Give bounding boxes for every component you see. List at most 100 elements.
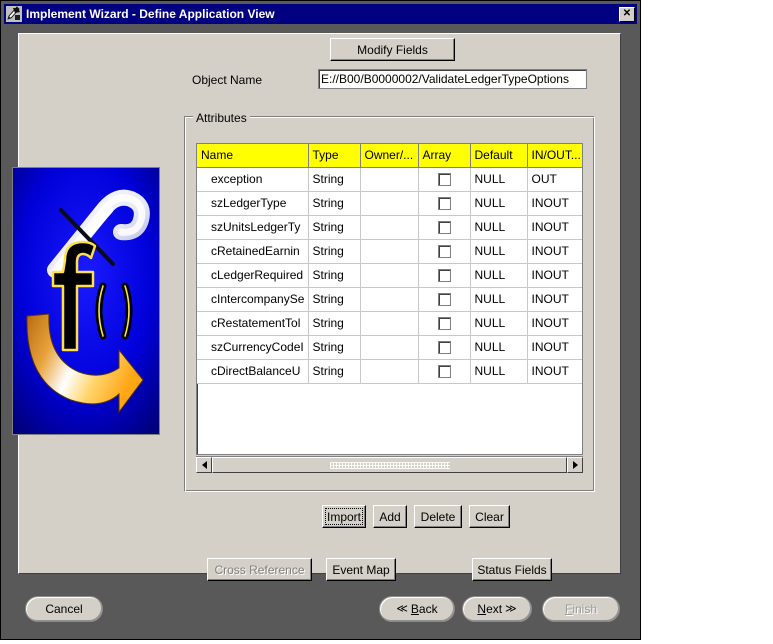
- table-row[interactable]: szCurrencyCodeI String NULL INOUT: [197, 335, 582, 360]
- status-fields-button[interactable]: Status Fields: [472, 558, 552, 581]
- cancel-button[interactable]: Cancel: [25, 596, 103, 622]
- cell-array[interactable]: [418, 359, 471, 384]
- cell-name: szLedgerType: [197, 191, 309, 216]
- clear-button[interactable]: Clear: [469, 505, 510, 528]
- attributes-table-container[interactable]: Name Type Owner/... Array Default IN/OUT…: [196, 143, 583, 455]
- cell-owner: [360, 263, 419, 288]
- cell-owner: [360, 239, 419, 264]
- cell-owner: [360, 287, 419, 312]
- array-checkbox[interactable]: [437, 341, 451, 355]
- scrollbar-thumb[interactable]: [212, 457, 567, 473]
- next-button[interactable]: Next ≫: [462, 596, 532, 622]
- attributes-table: Name Type Owner/... Array Default IN/OUT…: [197, 144, 582, 384]
- import-button[interactable]: Import: [322, 505, 366, 528]
- table-row[interactable]: szLedgerType String NULL INOUT: [197, 191, 582, 216]
- window-title: Implement Wizard - Define Application Vi…: [26, 7, 275, 21]
- scrollbar-track[interactable]: [212, 457, 567, 473]
- cell-owner: [360, 167, 419, 192]
- cell-inout: INOUT: [527, 359, 582, 384]
- array-checkbox[interactable]: [437, 197, 451, 211]
- cell-name: cLedgerRequired: [197, 263, 309, 288]
- cell-type: String: [308, 263, 361, 288]
- scroll-left-icon[interactable]: [196, 457, 212, 473]
- close-icon[interactable]: ✕: [619, 6, 635, 22]
- event-map-button[interactable]: Event Map: [326, 558, 396, 581]
- cell-default: NULL: [470, 359, 528, 384]
- cell-array[interactable]: [418, 167, 471, 192]
- back-button[interactable]: ≪ Back: [379, 596, 455, 622]
- finish-button-label: Finish: [564, 602, 598, 616]
- cell-name: exception: [197, 167, 309, 192]
- cross-reference-button[interactable]: Cross Reference: [207, 558, 312, 581]
- table-row[interactable]: cLedgerRequired String NULL INOUT: [197, 263, 582, 288]
- cell-array[interactable]: [418, 335, 471, 360]
- array-checkbox[interactable]: [437, 269, 451, 283]
- scroll-right-icon[interactable]: [567, 457, 583, 473]
- table-row[interactable]: exception String NULL OUT: [197, 167, 582, 192]
- cell-owner: [360, 335, 419, 360]
- cell-name: szCurrencyCodeI: [197, 335, 309, 360]
- next-button-label: Next: [477, 602, 503, 616]
- finish-button[interactable]: Finish: [542, 596, 620, 622]
- cell-inout: OUT: [527, 167, 582, 192]
- cell-inout: INOUT: [527, 311, 582, 336]
- cell-inout: INOUT: [527, 263, 582, 288]
- title-bar: Implement Wizard - Define Application Vi…: [4, 4, 637, 24]
- delete-button[interactable]: Delete: [414, 505, 462, 528]
- wizard-illustration: [12, 167, 160, 435]
- cell-name: szUnitsLedgerTy: [197, 215, 309, 240]
- cell-default: NULL: [470, 263, 528, 288]
- cell-default: NULL: [470, 191, 528, 216]
- column-header-type[interactable]: Type: [308, 144, 361, 168]
- table-row[interactable]: cRetainedEarnin String NULL INOUT: [197, 239, 582, 264]
- array-checkbox[interactable]: [437, 221, 451, 235]
- import-button-label: Import: [326, 509, 361, 524]
- column-header-name[interactable]: Name: [197, 144, 309, 168]
- cell-array[interactable]: [418, 311, 471, 336]
- object-name-label: Object Name: [192, 73, 263, 87]
- cell-type: String: [308, 167, 361, 192]
- table-horizontal-scrollbar[interactable]: [196, 456, 583, 473]
- cell-default: NULL: [470, 287, 528, 312]
- cell-owner: [360, 191, 419, 216]
- table-row[interactable]: cDirectBalanceU String NULL INOUT: [197, 359, 582, 384]
- cell-array[interactable]: [418, 287, 471, 312]
- column-header-owner[interactable]: Owner/...: [360, 144, 419, 168]
- modify-fields-button[interactable]: Modify Fields: [330, 38, 455, 61]
- cell-array[interactable]: [418, 191, 471, 216]
- add-button[interactable]: Add: [373, 505, 407, 528]
- table-row[interactable]: cRestatementTol String NULL INOUT: [197, 311, 582, 336]
- attributes-legend: Attributes: [193, 111, 250, 125]
- wizard-window: Implement Wizard - Define Application Vi…: [0, 0, 641, 640]
- cell-owner: [360, 359, 419, 384]
- wizard-pen-icon: [6, 6, 22, 22]
- table-row[interactable]: szUnitsLedgerTy String NULL INOUT: [197, 215, 582, 240]
- cell-default: NULL: [470, 167, 528, 192]
- attributes-table-body: exception String NULL OUT szLedgerType String…: [197, 167, 582, 384]
- cell-owner: [360, 215, 419, 240]
- cell-type: String: [308, 335, 361, 360]
- cell-array[interactable]: [418, 263, 471, 288]
- array-checkbox[interactable]: [437, 293, 451, 307]
- cell-inout: INOUT: [527, 215, 582, 240]
- cell-array[interactable]: [418, 239, 471, 264]
- cell-name: cRestatementTol: [197, 311, 309, 336]
- column-header-array[interactable]: Array: [418, 144, 471, 168]
- table-header-row: Name Type Owner/... Array Default IN/OUT…: [197, 144, 582, 168]
- cell-name: cIntercompanySe: [197, 287, 309, 312]
- cell-default: NULL: [470, 311, 528, 336]
- cell-type: String: [308, 191, 361, 216]
- cell-default: NULL: [470, 239, 528, 264]
- object-name-input[interactable]: E://B00/B0000002/ValidateLedgerTypeOptio…: [318, 69, 587, 89]
- cell-type: String: [308, 239, 361, 264]
- table-row[interactable]: cIntercompanySe String NULL INOUT: [197, 287, 582, 312]
- array-checkbox[interactable]: [437, 173, 451, 187]
- array-checkbox[interactable]: [437, 317, 451, 331]
- cell-array[interactable]: [418, 215, 471, 240]
- cell-inout: INOUT: [527, 191, 582, 216]
- column-header-inout[interactable]: IN/OUT...: [527, 144, 582, 168]
- column-header-default[interactable]: Default: [470, 144, 528, 168]
- array-checkbox[interactable]: [437, 245, 451, 259]
- array-checkbox[interactable]: [437, 365, 451, 379]
- cell-type: String: [308, 311, 361, 336]
